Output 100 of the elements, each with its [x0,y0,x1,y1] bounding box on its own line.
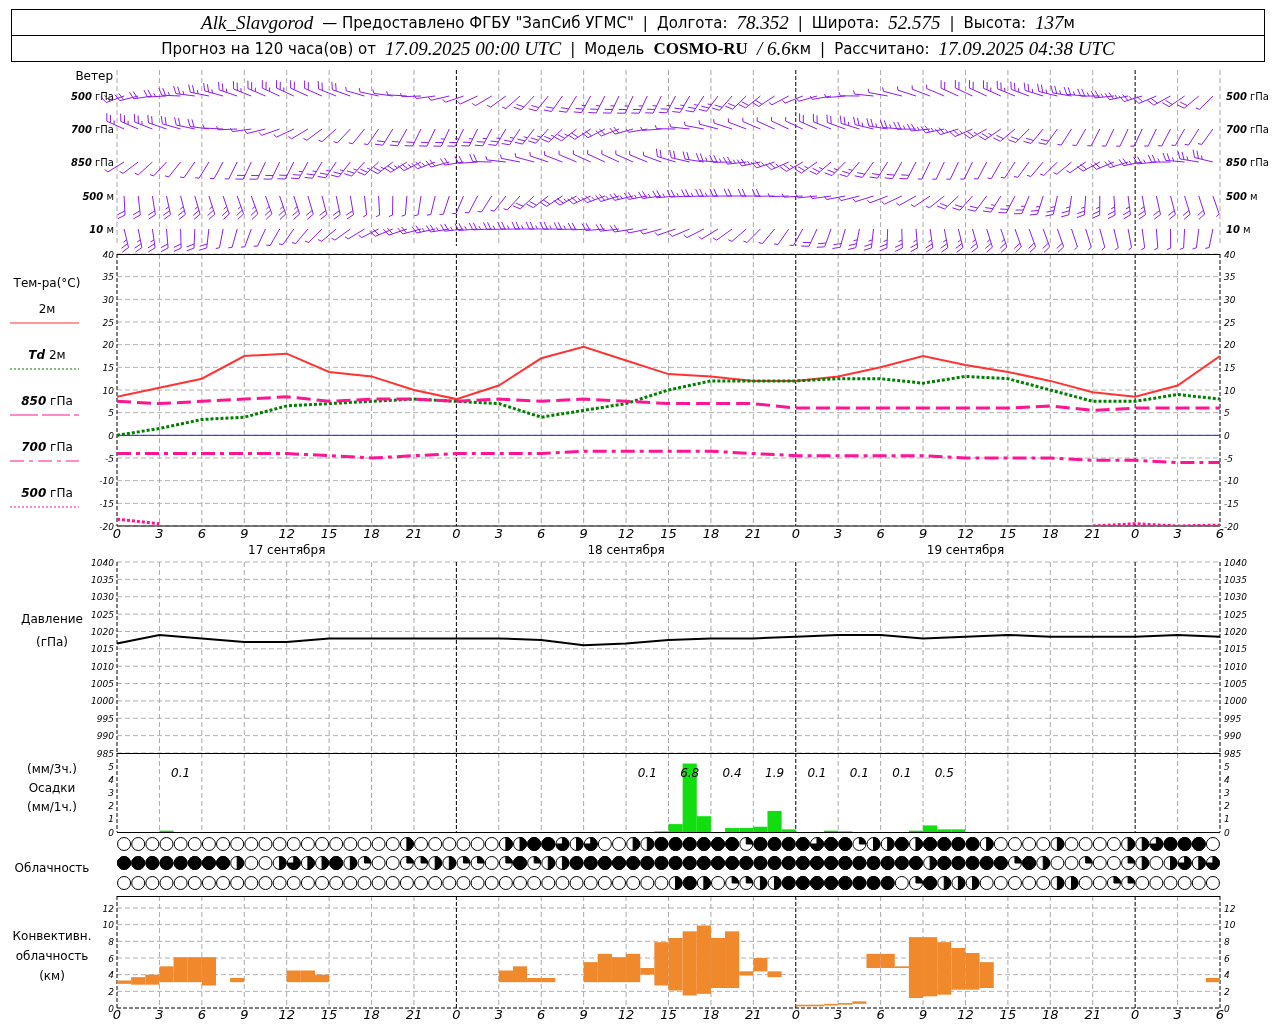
header-text: Долгота: [656,13,728,32]
tick-label: -15 [99,498,114,509]
tick-label: 0 [108,1003,114,1014]
tick-label: 995 [96,713,114,724]
tick-label: 5 [108,761,114,772]
tick-label: 9 [240,1007,249,1022]
tick-label: 2 [1224,986,1230,997]
header-text: | [949,13,955,32]
tick-label: 18 [1042,526,1059,541]
tick-label: 1035 [91,574,114,585]
tick-label: 6 [1215,526,1225,541]
tick-label: 12 [957,1007,974,1022]
header-text: | [642,13,648,32]
tick-label: 15 [999,526,1017,541]
tick-label: 1015 [91,644,114,655]
precipitation-total: 0.4 [722,766,742,780]
axis-title: Конвективн. [12,929,92,943]
level-label: 500 гПа [71,91,114,102]
tick-label: -5 [1224,453,1233,464]
tick-label: 3 [494,526,503,541]
tick-label: 10 [102,385,114,396]
tick-label: 30 [1224,294,1236,305]
level-label: 700 гПа [1226,124,1269,135]
wind-label: Ветер [75,69,113,83]
header-text: | [797,13,803,32]
precipitation-total: 0.1 [849,766,869,780]
tick-label: 5 [1224,408,1230,419]
header-text: Прогноз на 120 часа(ов) от [161,39,376,58]
level-label: 500 м [1226,191,1258,202]
tick-label: 20 [1224,340,1236,351]
header-text: 78.352 [736,11,789,34]
tick-label: 3 [108,788,114,798]
level-label: 500 м [82,191,114,202]
tick-label: 1025 [1224,609,1247,620]
level-label: 500 гПа [1226,91,1269,102]
tick-label: 1035 [1224,574,1247,585]
tick-label: 8 [1224,936,1230,947]
tick-label: 9 [918,1007,928,1022]
precipitation-total: 0.1 [892,766,912,780]
tick-label: -10 [1224,476,1239,487]
axis-unit: (км) [39,969,65,983]
tick-label: 12 [957,526,974,541]
tick-label: 0 [1131,526,1140,541]
level-label: 700 гПа [71,124,114,135]
header-text: COSMO-RU [653,38,748,59]
tick-label: 4 [1224,970,1230,981]
tick-label: 1015 [1224,644,1247,655]
axis-title: Облачность [14,861,90,875]
tick-label: 9 [918,526,928,541]
tick-label: 2 [1224,801,1230,812]
tick-label: 0 [108,430,114,441]
axis-unit: (гПа) [36,635,68,649]
header-text: 17.09.2025 00:00 UTC [384,37,562,60]
tick-label: 18 [702,1007,720,1022]
tick-label: 0 [1224,430,1230,441]
tick-label: -10 [99,476,114,487]
header-text: км [790,39,812,58]
header-text: / 6.6 [756,37,791,60]
tick-label: 2 [108,986,114,997]
tick-label: 0 [1131,1007,1140,1022]
axis-title: Тем-ра(°C) [13,276,81,290]
tick-label: 18 [702,526,720,541]
header-text: Alk_Slavgorod [201,11,314,34]
tick-label: 985 [1224,748,1242,759]
tick-label: 6 [537,526,546,541]
tick-label: 20 [102,340,114,351]
header-text: 137 [1035,11,1064,34]
legend-label: 2м [38,302,56,316]
tick-label: 12 [278,1007,295,1022]
tick-label: -5 [105,453,114,464]
tick-label: 10 [1224,385,1236,396]
level-label: 10 м [89,224,114,235]
legend-label: 500 гПа [21,486,73,500]
tick-label: 10 [1224,920,1236,931]
tick-label: 21 [405,1007,423,1022]
header-text: м [1063,13,1075,32]
header-text: 17.09.2025 04:38 UTC [938,37,1115,60]
tick-label: 1 [108,814,114,825]
level-label: 850 гПа [1226,157,1269,168]
tick-label: -20 [1224,521,1239,532]
tick-label: 6 [197,526,206,541]
tick-label: 12 [617,526,635,541]
header-text: Высота: [963,13,1027,32]
tick-label: 6 [197,1007,206,1022]
tick-label: 9 [579,526,588,541]
tick-label: 1010 [1224,661,1247,672]
tick-label: 12 [278,526,295,541]
tick-label: 15 [320,1007,338,1022]
tick-label: 5 [108,408,114,419]
tick-label: 3 [1173,526,1182,541]
tick-label: -20 [99,521,114,532]
tick-label: 0 [791,526,800,541]
tick-label: 3 [155,1007,164,1022]
tick-label: 1030 [91,592,114,603]
level-label: 850 гПа [71,157,114,168]
tick-label: 6 [108,953,114,964]
level-label: 10 м [1226,224,1251,235]
date-label: 17 сентября [248,543,326,557]
header-text: | [570,39,576,58]
header-text: Модель [584,39,645,58]
